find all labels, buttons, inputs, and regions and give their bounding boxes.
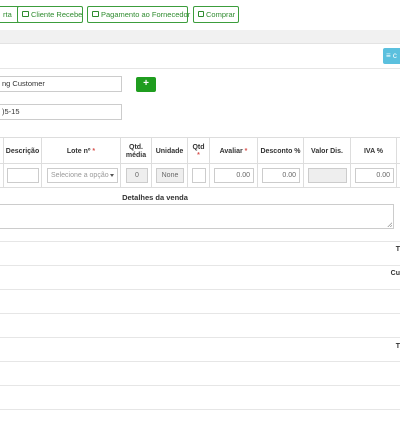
required-mark: * [197,151,200,159]
resize-grip-icon[interactable] [387,222,392,227]
required-mark: * [244,147,248,155]
total-label-partial-2: T [395,343,400,350]
cell-value: 0.00 [376,172,390,179]
divider [0,289,400,290]
header-label: Lote nº [66,147,91,155]
col-valor-dis: Valor Dis. [303,138,350,165]
customer-field[interactable]: ng Customer [0,76,122,92]
divider [0,361,400,362]
divider [0,265,400,266]
cell-qtd [187,164,209,188]
cell-value: 0.00 [282,172,296,179]
button-label: rta [3,10,12,19]
items-table-header: Descrição Lote nº * Qtd. média Unidade Qt… [0,137,400,165]
cart-icon [198,11,204,17]
cell-value: 0.00 [236,172,250,179]
divider [0,313,400,314]
divider [0,241,400,242]
cell-value: 0 [135,172,139,179]
iva-input[interactable]: 0.00 [355,168,394,183]
cell-descricao [3,164,41,188]
header-band [0,30,400,44]
valor-dis-field [308,168,347,183]
header-label: Qtd [192,143,205,151]
customer-value: ng Customer [2,79,45,88]
cell-unidade: None [151,164,187,188]
sale-form-page: rta Cliente Recebe Pagamento ao Forneced… [0,0,400,424]
total-label-partial: T [395,246,400,253]
date-value: )5-15 [2,107,20,116]
pagamento-fornecedor-button[interactable]: Pagamento ao Fornecedor [87,6,191,23]
details-label: Detalhes da venda [122,193,188,202]
divider [0,409,400,410]
qtd-media-field: 0 [126,168,148,183]
required-mark: * [92,147,96,155]
cell-qtd-media: 0 [120,164,151,188]
table-row: Selecione a opção 0 None 0.00 0.00 0.00 [0,164,400,188]
col-unidade: Unidade [151,138,187,165]
desconto-input[interactable]: 0.00 [262,168,300,183]
button-label: Comprar [206,10,236,19]
lote-select[interactable]: Selecione a opção [47,168,118,183]
header-label: Avaliar [219,147,243,155]
cell-avaliar: 0.00 [209,164,257,188]
details-textarea[interactable] [0,204,394,229]
col-iva: IVA % [350,138,397,165]
date-field[interactable]: )5-15 [0,104,122,120]
header-label: média [125,151,147,159]
col-desconto: Desconto % [257,138,303,165]
cliente-recebe-button[interactable]: Cliente Recebe [17,6,83,23]
cell-value: None [161,172,179,179]
list-button[interactable]: ≡ c [383,48,400,64]
money-icon [92,11,99,17]
plus-icon: + [143,78,149,89]
descricao-input[interactable] [7,168,39,183]
comprar-button[interactable]: Comprar [193,6,239,23]
header-label: Desconto % [260,147,301,155]
money-icon [22,11,29,17]
header-label: Qtd. [129,143,143,151]
col-qtd-media: Qtd. média [120,138,151,165]
col-descricao: Descrição [3,138,41,165]
cell-valor-dis [303,164,350,188]
avaliar-input[interactable]: 0.00 [214,168,254,183]
qtd-input[interactable] [192,168,206,183]
col-lote: Lote nº * [41,138,120,165]
col-qtd: Qtd * [187,138,209,165]
select-placeholder: Selecione a opção [51,172,109,179]
list-icon: ≡ c [386,51,397,60]
add-customer-button[interactable]: + [136,77,156,92]
cell-lote: Selecione a opção [41,164,120,188]
header-label: IVA % [363,147,384,155]
chevron-down-icon [110,174,114,177]
cell-iva: 0.00 [350,164,397,188]
col-avaliar: Avaliar * [209,138,257,165]
header-label: Descrição [5,147,40,155]
cost-label-partial: Cu [390,270,400,277]
divider [0,68,400,69]
cell-desconto: 0.00 [257,164,303,188]
divider [0,385,400,386]
divider [0,337,400,338]
header-label: Unidade [155,147,184,155]
button-label: Pagamento ao Fornecedor [101,10,191,19]
button-label: Cliente Recebe [31,10,83,19]
unidade-field: None [156,168,184,183]
header-label: Valor Dis. [311,147,343,155]
